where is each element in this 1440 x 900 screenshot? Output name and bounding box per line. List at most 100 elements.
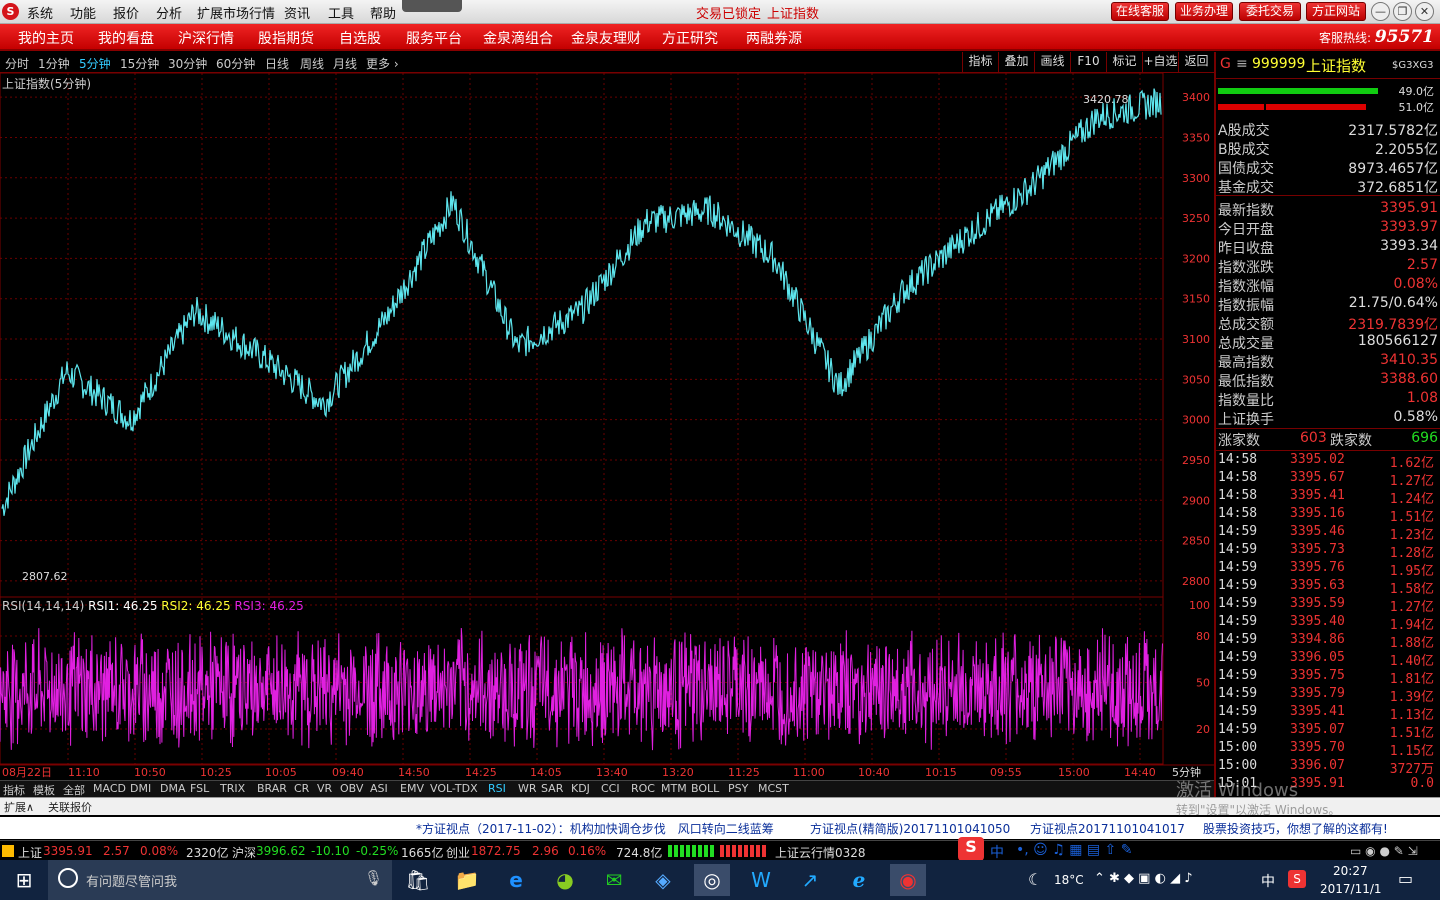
- tick-row[interactable]: 14:59 3395.75 1.81亿: [1218, 668, 1438, 687]
- indicator-tab-macd[interactable]: MACD: [93, 782, 126, 795]
- nav-margin[interactable]: 两融券源: [746, 28, 802, 48]
- network-app-icon[interactable]: ◈: [645, 864, 681, 896]
- period-5min[interactable]: 5分钟: [79, 55, 111, 72]
- nav-portfolio[interactable]: 金泉滴组合: [483, 28, 553, 48]
- writer-app-icon[interactable]: W: [743, 864, 779, 896]
- indicator-tab-dma[interactable]: DMA: [160, 782, 186, 795]
- indicator-tab[interactable]: 指标: [3, 782, 25, 798]
- news-item[interactable]: 方证视点20171101041017: [1030, 820, 1185, 837]
- tick-row[interactable]: 14:59 3395.40 1.94亿: [1218, 614, 1438, 633]
- news-item[interactable]: *方证视点（2017-11-02）：机构加快调仓步伐 风口转向二线蓝筹: [416, 820, 774, 837]
- tick-row[interactable]: 14:59 3395.46 1.23亿: [1218, 524, 1438, 543]
- back-button[interactable]: 返回: [1178, 52, 1214, 72]
- menu-icon[interactable]: ≡: [1236, 56, 1248, 72]
- tick-row[interactable]: 14:59 3395.63 1.58亿: [1218, 578, 1438, 597]
- indicator-tab-fsl[interactable]: FSL: [190, 782, 209, 795]
- tick-row[interactable]: 15:00 3396.07 3727万: [1218, 758, 1438, 777]
- overlay-button[interactable]: 叠加: [998, 52, 1034, 72]
- founder-app-icon[interactable]: ◉: [890, 864, 926, 896]
- notification-icon[interactable]: ▭: [1398, 869, 1413, 888]
- period-30min[interactable]: 30分钟: [168, 55, 207, 72]
- indicator-tab-psy[interactable]: PSY: [728, 782, 748, 795]
- business-button[interactable]: 业务办理: [1175, 2, 1233, 21]
- nav-home[interactable]: 我的主页: [18, 28, 74, 48]
- indicator-tab-vr[interactable]: VR: [317, 782, 332, 795]
- news-item[interactable]: 股票投资技巧，你想了解的这都有!: [1203, 820, 1388, 837]
- period-timeshare[interactable]: 分时: [5, 55, 29, 72]
- menu-ext-market[interactable]: 扩展市场行情: [197, 3, 275, 22]
- indicator-tab-sar[interactable]: SAR: [541, 782, 563, 795]
- period-60min[interactable]: 60分钟: [216, 55, 255, 72]
- indicator-tab-rsi[interactable]: RSI: [488, 782, 506, 795]
- menu-news[interactable]: 资讯: [284, 3, 310, 22]
- store-icon[interactable]: 🛍: [400, 864, 436, 896]
- tick-row[interactable]: 14:59 3395.73 1.28亿: [1218, 542, 1438, 561]
- indicator-tab-emv[interactable]: EMV: [400, 782, 424, 795]
- tick-row[interactable]: 14:59 3394.86 1.88亿: [1218, 632, 1438, 651]
- trade-button[interactable]: 委托交易: [1239, 2, 1301, 21]
- menu-help[interactable]: 帮助: [370, 3, 396, 22]
- tick-row[interactable]: 14:59 3395.59 1.27亿: [1218, 596, 1438, 615]
- windows-start-icon[interactable]: ⊞: [6, 864, 42, 896]
- indicator-tab-boll[interactable]: BOLL: [691, 782, 719, 795]
- collapse-handle[interactable]: [402, 0, 462, 12]
- restore-button[interactable]: ❐: [1393, 2, 1412, 21]
- menu-system[interactable]: 系统: [27, 3, 53, 22]
- website-button[interactable]: 方正网站: [1306, 2, 1366, 21]
- menu-analysis[interactable]: 分析: [156, 3, 182, 22]
- period-month[interactable]: 月线: [333, 55, 357, 72]
- indicator-tab-mcst[interactable]: MCST: [758, 782, 789, 795]
- sogou-ime-icon[interactable]: S: [958, 837, 984, 861]
- tick-row[interactable]: 14:59 3396.05 1.40亿: [1218, 650, 1438, 669]
- tray-icons[interactable]: ⌃ ✱ ◆ ▣ ◐ ◢ ♪: [1094, 871, 1193, 886]
- draw-button[interactable]: 画线: [1034, 52, 1070, 72]
- input-lang[interactable]: 中: [1261, 871, 1275, 891]
- indicator-tab-kdj[interactable]: KDJ: [571, 782, 590, 795]
- tick-row[interactable]: 14:59 3395.07 1.51亿: [1218, 722, 1438, 741]
- menu-function[interactable]: 功能: [70, 3, 96, 22]
- indicator-tab-brar[interactable]: BRAR: [257, 782, 287, 795]
- file-explorer-icon[interactable]: 📁: [449, 864, 485, 896]
- microphone-icon[interactable]: 🎙: [364, 869, 383, 887]
- period-15min[interactable]: 15分钟: [120, 55, 159, 72]
- ie-icon[interactable]: ℯ: [841, 864, 877, 896]
- period-day[interactable]: 日线: [265, 55, 289, 72]
- tick-row[interactable]: 14:59 3395.79 1.39亿: [1218, 686, 1438, 705]
- nav-research[interactable]: 方正研究: [662, 28, 718, 48]
- weather-icon[interactable]: ☾: [1028, 870, 1042, 889]
- nav-market[interactable]: 沪深行情: [178, 28, 234, 48]
- tick-row[interactable]: 14:58 3395.67 1.27亿: [1218, 470, 1438, 489]
- online-service-button[interactable]: 在线客服: [1111, 2, 1169, 21]
- minimize-button[interactable]: —: [1371, 2, 1390, 21]
- search-box[interactable]: 有问题尽管问我 🎙: [48, 860, 392, 900]
- indicator-tab-obv[interactable]: OBV: [340, 782, 363, 795]
- tick-row[interactable]: 15:00 3395.70 1.15亿: [1218, 740, 1438, 759]
- tick-row[interactable]: 14:58 3395.41 1.24亿: [1218, 488, 1438, 507]
- nav-my-watch[interactable]: 我的看盘: [98, 28, 154, 48]
- chart-area[interactable]: 2800 2850 2900 2950 3000 3050 3100 3150 3200 3250…: [0, 73, 1214, 780]
- period-more[interactable]: 更多 ›: [366, 55, 399, 72]
- indicator-tab-mtm[interactable]: MTM: [661, 782, 687, 795]
- ime-tools-icon[interactable]: •, ☺ ♫ ▦ ▤ ⇧ ✎: [1016, 842, 1132, 858]
- period-1min[interactable]: 1分钟: [38, 55, 70, 72]
- indicator-tab-roc[interactable]: ROC: [631, 782, 655, 795]
- ime-mode[interactable]: 中: [990, 842, 1004, 862]
- menu-quote[interactable]: 报价: [113, 3, 139, 22]
- browser-360-icon[interactable]: ◕: [547, 864, 583, 896]
- indicator-tab-cci[interactable]: CCI: [601, 782, 620, 795]
- indicator-tab-asi[interactable]: ASI: [370, 782, 388, 795]
- add-favorite-button[interactable]: +自选: [1142, 52, 1178, 72]
- active-app-icon[interactable]: ◎: [694, 864, 730, 896]
- tick-row[interactable]: 14:58 3395.16 1.51亿: [1218, 506, 1438, 525]
- indicator-tab-wr[interactable]: WR: [518, 782, 537, 795]
- tick-row[interactable]: 14:58 3395.02 1.62亿: [1218, 452, 1438, 471]
- mark-button[interactable]: 标记: [1106, 52, 1142, 72]
- sogou-tray-icon[interactable]: S: [1288, 870, 1306, 888]
- indicator-tab[interactable]: 全部: [63, 782, 85, 798]
- chart-app-icon[interactable]: ↗: [792, 864, 828, 896]
- close-button[interactable]: ✕: [1415, 2, 1434, 21]
- indicator-tab-cr[interactable]: CR: [294, 782, 309, 795]
- indicator-tab[interactable]: 模板: [33, 782, 55, 798]
- tick-row[interactable]: 14:59 3395.76 1.95亿: [1218, 560, 1438, 579]
- nav-futures[interactable]: 股指期货: [258, 28, 314, 48]
